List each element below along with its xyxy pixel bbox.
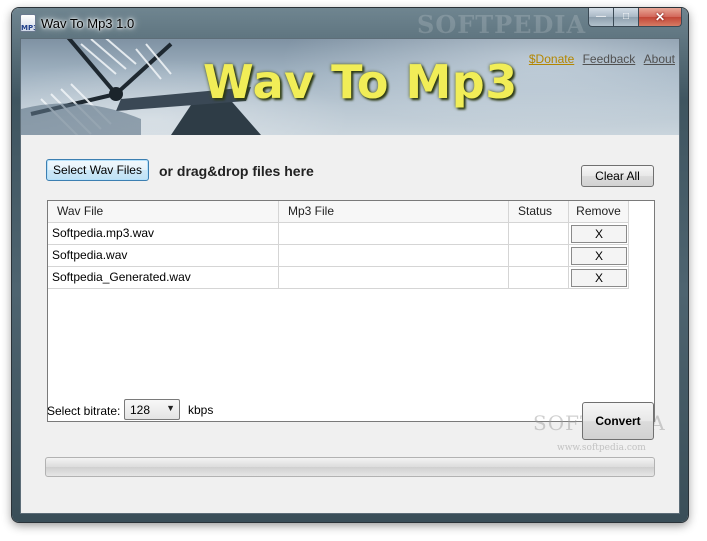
feedback-link[interactable]: Feedback bbox=[583, 52, 636, 66]
window-title: Wav To Mp3 1.0 bbox=[41, 16, 135, 31]
title-bar[interactable]: MP3 Wav To Mp3 1.0 SOFTPEDIA — □ ✕ bbox=[12, 8, 688, 39]
chevron-down-icon: ▼ bbox=[166, 403, 175, 413]
table-row[interactable]: Softpedia_Generated.wav X bbox=[48, 267, 629, 289]
wav-file-cell: Softpedia_Generated.wav bbox=[48, 267, 279, 289]
table-row[interactable]: Softpedia.mp3.wav X bbox=[48, 223, 629, 245]
select-wav-files-button[interactable]: Select Wav Files bbox=[46, 159, 149, 181]
conversion-progress-bar bbox=[45, 457, 655, 477]
remove-cell: X bbox=[569, 245, 629, 267]
donate-link[interactable]: $Donate bbox=[529, 52, 574, 66]
drag-drop-hint: or drag&drop files here bbox=[159, 163, 314, 179]
clear-all-button[interactable]: Clear All bbox=[581, 165, 654, 187]
status-cell bbox=[509, 223, 569, 245]
header-banner: Wav To Mp3 $Donate Feedback About bbox=[21, 39, 679, 135]
remove-row-button[interactable]: X bbox=[571, 225, 627, 243]
wav-file-cell: Softpedia.mp3.wav bbox=[48, 223, 279, 245]
column-header-remove[interactable]: Remove bbox=[569, 201, 629, 223]
remove-row-button[interactable]: X bbox=[571, 269, 627, 287]
column-header-mp3-file[interactable]: Mp3 File bbox=[279, 201, 509, 223]
softpedia-watermark-url: www.softpedia.com bbox=[557, 443, 646, 453]
maximize-button[interactable]: □ bbox=[614, 8, 639, 27]
remove-row-button[interactable]: X bbox=[571, 247, 627, 265]
mp3-file-cell bbox=[279, 223, 509, 245]
header-links: $Donate Feedback About bbox=[524, 52, 675, 66]
bitrate-label: Select bitrate: bbox=[47, 404, 121, 418]
about-link[interactable]: About bbox=[644, 52, 675, 66]
bitrate-unit: kbps bbox=[188, 403, 214, 417]
bitrate-selected-value: 128 bbox=[130, 403, 151, 417]
app-banner-title: Wav To Mp3 bbox=[203, 55, 518, 109]
file-list[interactable]: Wav File Mp3 File Status Remove Softpedi… bbox=[47, 200, 655, 422]
mp3-file-cell bbox=[279, 245, 509, 267]
file-list-header: Wav File Mp3 File Status Remove bbox=[48, 201, 629, 223]
main-panel: Wav To Mp3 $Donate Feedback About Select… bbox=[20, 38, 680, 514]
minimize-button[interactable]: — bbox=[588, 8, 614, 27]
status-cell bbox=[509, 245, 569, 267]
titlebar-watermark: SOFTPEDIA bbox=[417, 10, 587, 39]
convert-button[interactable]: Convert bbox=[582, 402, 654, 440]
bitrate-dropdown[interactable]: 128 ▼ bbox=[124, 399, 180, 420]
column-header-status[interactable]: Status bbox=[509, 201, 569, 223]
table-row[interactable]: Softpedia.wav X bbox=[48, 245, 629, 267]
app-window: MP3 Wav To Mp3 1.0 SOFTPEDIA — □ ✕ bbox=[12, 8, 688, 522]
wav-file-cell: Softpedia.wav bbox=[48, 245, 279, 267]
column-header-wav-file[interactable]: Wav File bbox=[48, 201, 279, 223]
window-controls: — □ ✕ bbox=[588, 8, 682, 27]
close-button[interactable]: ✕ bbox=[639, 8, 682, 27]
mp3-app-icon[interactable]: MP3 bbox=[20, 14, 36, 32]
remove-cell: X bbox=[569, 267, 629, 289]
status-cell bbox=[509, 267, 569, 289]
remove-cell: X bbox=[569, 223, 629, 245]
mp3-file-cell bbox=[279, 267, 509, 289]
